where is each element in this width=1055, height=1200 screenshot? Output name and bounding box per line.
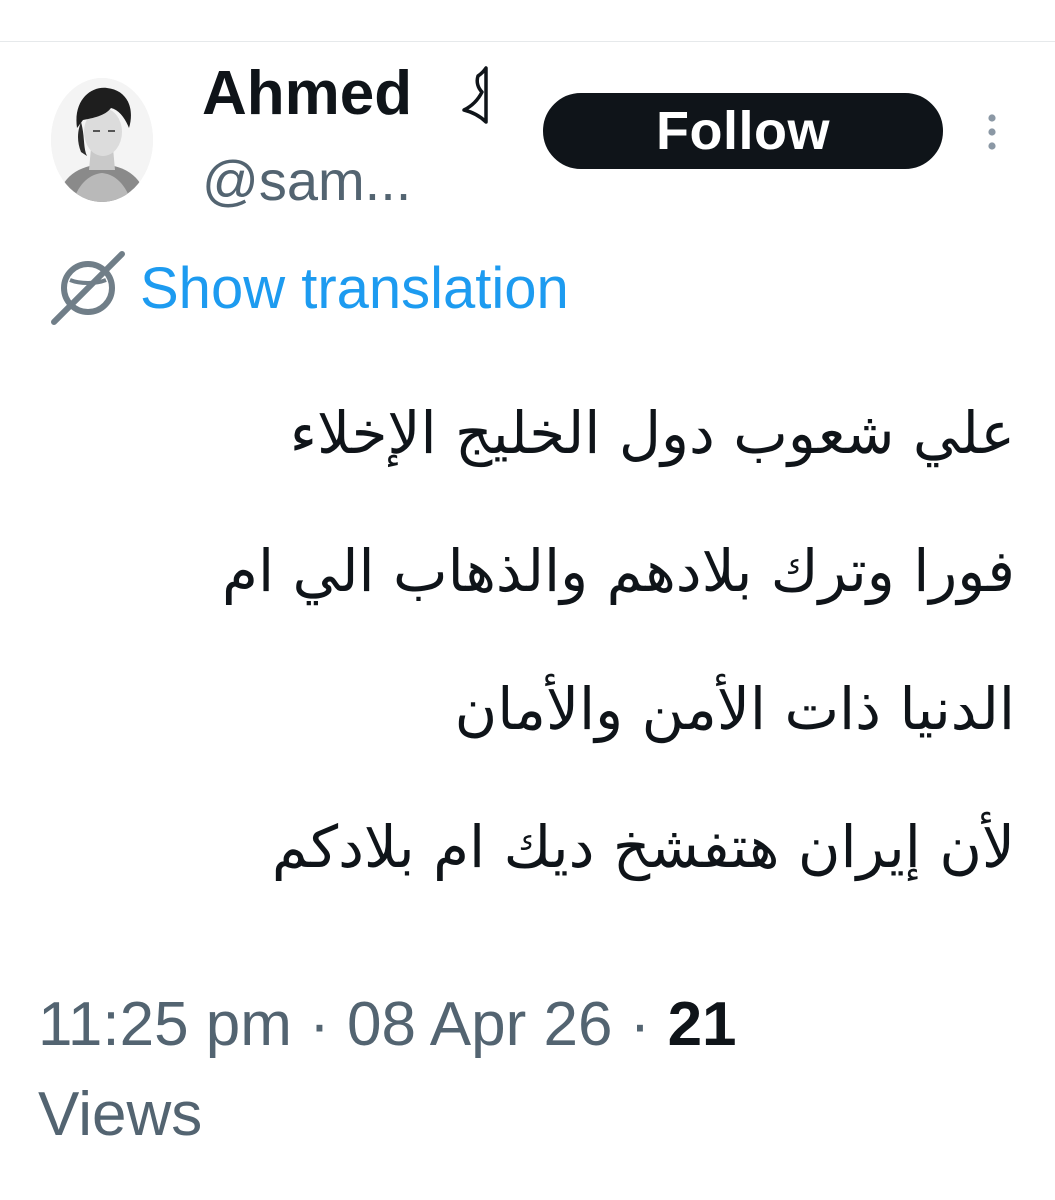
avatar[interactable] xyxy=(51,78,153,202)
views-label: Views xyxy=(38,1080,203,1149)
show-translation-label: Show translation xyxy=(140,255,569,321)
name-ornament-icon xyxy=(462,66,488,124)
tweet-text-line: لأن إيران هتفشخ ديك ام بلادكم xyxy=(271,813,1015,881)
avatar-image xyxy=(51,78,153,202)
author-display-name[interactable]: Ahmed xyxy=(202,58,412,130)
top-divider xyxy=(0,41,1055,42)
author-handle[interactable]: @sam... xyxy=(202,148,411,214)
show-translation-link[interactable]: Show translation xyxy=(50,248,569,328)
views-count: 21 xyxy=(667,990,737,1059)
tweet-text-line: الدنيا ذات الأمن والأمان xyxy=(454,675,1015,743)
tweet-date[interactable]: 08 Apr 26 xyxy=(347,990,612,1059)
more-vertical-icon[interactable] xyxy=(982,112,1002,152)
meta-separator: · xyxy=(612,990,668,1059)
tweet-text-line: فورا وترك بلادهم والذهاب الي ام xyxy=(222,537,1015,605)
follow-button[interactable]: Follow xyxy=(543,93,943,169)
tweet-text: علي شعوب دول الخليج الإخلاء فورا وترك بل… xyxy=(35,378,1015,930)
globe-icon xyxy=(51,251,125,325)
tweet-time[interactable]: 11:25 pm xyxy=(38,990,292,1059)
meta-separator: · xyxy=(291,990,348,1059)
tweet-text-line: علي شعوب دول الخليج الإخلاء xyxy=(289,399,1015,467)
tweet-meta: 11:25 pm · 08 Apr 26 · 21 Views xyxy=(38,980,938,1160)
